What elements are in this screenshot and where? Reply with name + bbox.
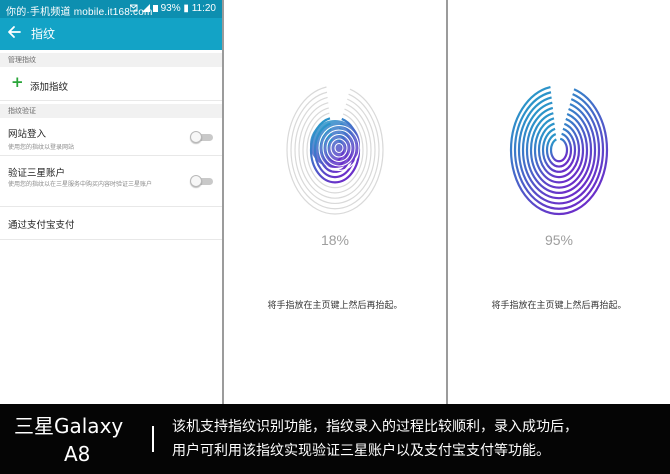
status-bar: 你的·手机频道 mobile.it168.com 93% ▮ 11:20 [0, 0, 222, 18]
fingerprint-ridge [537, 121, 581, 179]
toggle-knob [190, 175, 202, 187]
page-title: 指纹 [31, 27, 56, 41]
app-bar: 指纹 [0, 18, 222, 50]
fingerprint-icon [286, 85, 384, 215]
option-alipay[interactable]: 通过支付宝支付 [0, 208, 222, 240]
arrow-left-icon[interactable] [7, 25, 23, 43]
add-fingerprint-label: 添加指纹 [30, 82, 69, 93]
caption-text-line2: 用户可利用该指纹实现验证三星账户以及支付宝支付等功能。 [172, 443, 550, 459]
option-verify-samsung-account[interactable]: 验证三星账户 使用您的指纹以在三星服务中购买内容时验证三星账户 [0, 157, 222, 207]
enroll-screen-progress: 18% 将手指放在主页键上然后再抬起。 [224, 0, 446, 404]
enroll-hint: 将手指放在主页键上然后再抬起。 [491, 301, 627, 311]
enroll-hint: 将手指放在主页键上然后再抬起。 [267, 301, 403, 311]
alipay-label: 通过支付宝支付 [8, 220, 75, 231]
toggle-knob [190, 131, 202, 143]
website-login-toggle[interactable] [190, 131, 214, 143]
signal-icon [129, 3, 160, 16]
caption-bar: 三星Galaxy A8 该机支持指纹识别功能，指纹录入的过程比较顺利，录入成功后… [0, 404, 670, 474]
option-subtitle: 使用您的指纹以在三星服务中购买内容时验证三星账户 [8, 181, 153, 188]
section-header-manage: 管理指纹 [0, 53, 222, 67]
enroll-screen-nearly-done: 95% 将手指放在主页键上然后再抬起。 [448, 0, 670, 404]
fingerprint-ridge [549, 137, 569, 163]
battery-level: 93% [160, 3, 181, 14]
status-bar-clock: 93% ▮ 11:20 [161, 3, 216, 14]
fingerprint-ridge [509, 84, 609, 216]
option-title: 验证三星账户 [8, 168, 66, 179]
model-name-line2: A8 [64, 442, 91, 466]
battery-icon: ▮ [183, 3, 189, 14]
option-website-login[interactable]: 网站登入 使用您的指纹以登录网站 [0, 118, 222, 156]
fingerprint-ridge [525, 105, 593, 195]
enroll-percent: 95% [544, 232, 574, 248]
fingerprint-ridge [513, 90, 605, 210]
caption-text-line1: 该机支持指纹识别功能，指纹录入的过程比较顺利，录入成功后， [172, 419, 578, 435]
option-subtitle: 使用您的指纹以登录网站 [8, 144, 75, 151]
add-fingerprint-button[interactable]: + 添加指纹 [0, 67, 222, 101]
enroll-percent: 18% [320, 232, 350, 248]
model-name-line1: 三星Galaxy [14, 414, 124, 438]
fingerprint-icon [509, 84, 609, 216]
fingerprint-settings-screen: 你的·手机频道 mobile.it168.com 93% ▮ 11:20 指纹 … [0, 0, 222, 404]
clock-time: 11:20 [191, 3, 216, 14]
plus-icon: + [11, 73, 24, 91]
samsung-account-toggle[interactable] [190, 175, 214, 187]
fingerprint-ridge [521, 100, 597, 200]
section-header-verify: 指纹验证 [0, 104, 222, 118]
option-title: 网站登入 [8, 129, 47, 140]
caption-separator [152, 426, 154, 452]
